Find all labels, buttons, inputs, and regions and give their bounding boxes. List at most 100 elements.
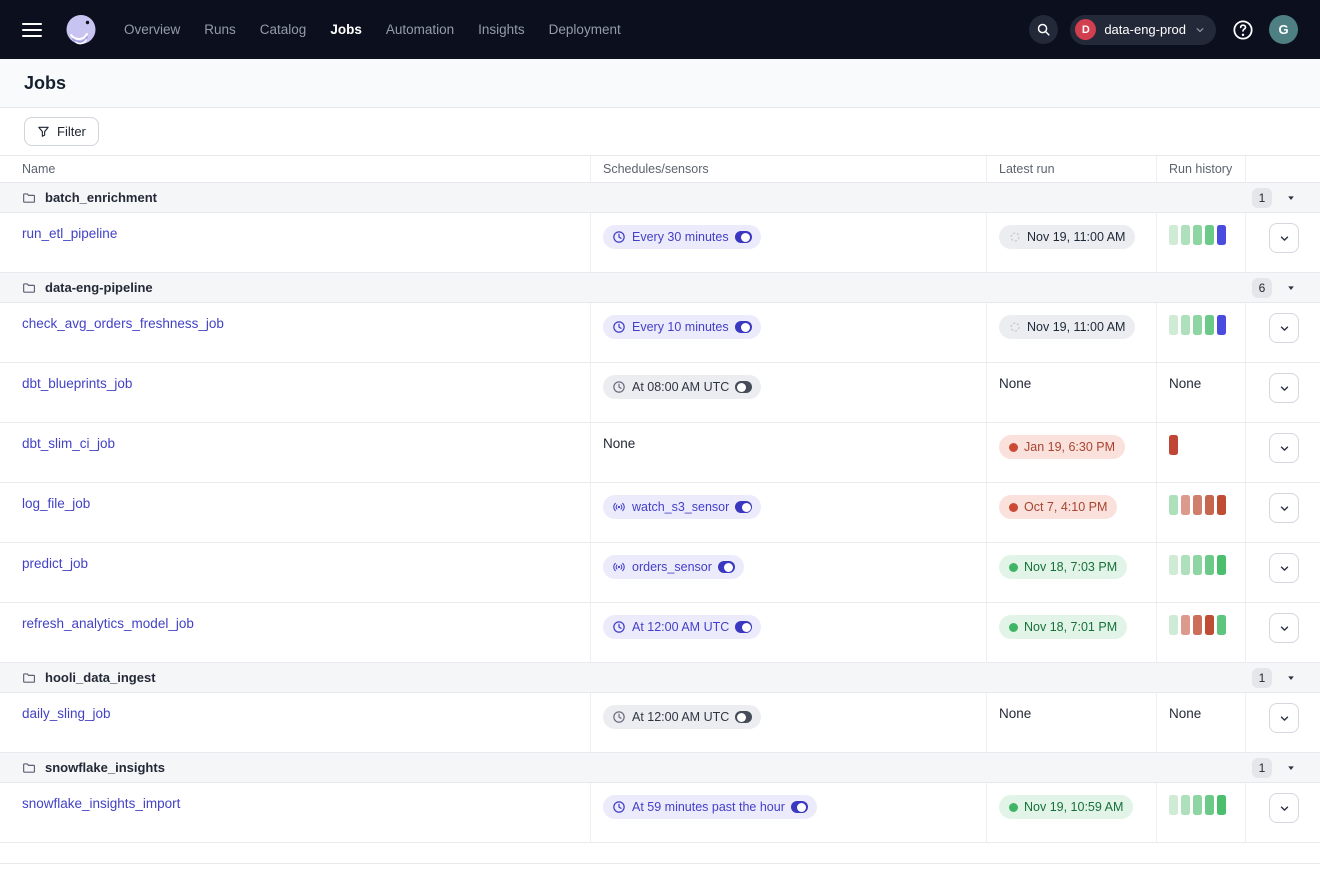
latest-run-chip[interactable]: Jan 19, 6:30 PM bbox=[999, 435, 1125, 459]
schedule-chip[interactable]: At 08:00 AM UTC bbox=[603, 375, 761, 399]
run-history-bar[interactable] bbox=[1217, 795, 1226, 815]
run-history-bar[interactable] bbox=[1193, 555, 1202, 575]
run-history[interactable] bbox=[1169, 315, 1245, 335]
run-history[interactable] bbox=[1169, 495, 1245, 515]
run-history-bar[interactable] bbox=[1193, 615, 1202, 635]
expand-button[interactable] bbox=[1269, 703, 1299, 733]
menu-icon[interactable] bbox=[22, 23, 42, 37]
schedule-toggle[interactable] bbox=[735, 381, 752, 393]
run-history-bar[interactable] bbox=[1169, 795, 1178, 815]
group-row-data-eng-pipeline[interactable]: data-eng-pipeline 6 bbox=[0, 273, 1320, 303]
schedule-toggle[interactable] bbox=[735, 231, 752, 243]
search-button[interactable] bbox=[1029, 15, 1058, 44]
sensor-toggle[interactable] bbox=[718, 561, 735, 573]
run-history-bar[interactable] bbox=[1217, 555, 1226, 575]
run-history-bar[interactable] bbox=[1181, 315, 1190, 335]
run-history-bar[interactable] bbox=[1169, 225, 1178, 245]
expand-button[interactable] bbox=[1269, 313, 1299, 343]
job-link[interactable]: log_file_job bbox=[22, 496, 90, 511]
dagster-logo[interactable] bbox=[62, 11, 100, 49]
group-row-batch-enrichment[interactable]: batch_enrichment 1 bbox=[0, 183, 1320, 213]
run-history-bar[interactable] bbox=[1205, 225, 1214, 245]
sensor-chip[interactable]: watch_s3_sensor bbox=[603, 495, 761, 519]
job-link[interactable]: refresh_analytics_model_job bbox=[22, 616, 194, 631]
latest-run-chip[interactable]: Nov 18, 7:01 PM bbox=[999, 615, 1127, 639]
run-history-bar[interactable] bbox=[1205, 495, 1214, 515]
expand-button[interactable] bbox=[1269, 793, 1299, 823]
run-history-bar[interactable] bbox=[1181, 495, 1190, 515]
collapse-caret-icon[interactable] bbox=[1285, 762, 1297, 774]
run-history[interactable] bbox=[1169, 555, 1245, 575]
nav-item-deployment[interactable]: Deployment bbox=[549, 22, 621, 37]
job-link[interactable]: snowflake_insights_import bbox=[22, 796, 180, 811]
collapse-caret-icon[interactable] bbox=[1285, 282, 1297, 294]
job-link[interactable]: dbt_blueprints_job bbox=[22, 376, 132, 391]
run-history-bar[interactable] bbox=[1181, 795, 1190, 815]
run-history-bar[interactable] bbox=[1181, 615, 1190, 635]
run-history-bar[interactable] bbox=[1217, 225, 1226, 245]
latest-run-chip[interactable]: Nov 19, 11:00 AM bbox=[999, 225, 1135, 249]
nav-item-runs[interactable]: Runs bbox=[204, 22, 236, 37]
schedule-chip[interactable]: At 12:00 AM UTC bbox=[603, 615, 761, 639]
group-row-hooli-data-ingest[interactable]: hooli_data_ingest 1 bbox=[0, 663, 1320, 693]
filter-button[interactable]: Filter bbox=[24, 117, 99, 146]
run-history-bar[interactable] bbox=[1193, 495, 1202, 515]
run-history-bar[interactable] bbox=[1181, 225, 1190, 245]
schedule-chip[interactable]: At 59 minutes past the hour bbox=[603, 795, 817, 819]
group-row-snowflake-insights[interactable]: snowflake_insights 1 bbox=[0, 753, 1320, 783]
help-button[interactable] bbox=[1228, 15, 1257, 44]
run-history-bar[interactable] bbox=[1205, 315, 1214, 335]
schedule-chip[interactable]: Every 30 minutes bbox=[603, 225, 761, 249]
nav-item-insights[interactable]: Insights bbox=[478, 22, 525, 37]
collapse-caret-icon[interactable] bbox=[1285, 672, 1297, 684]
run-history-bar[interactable] bbox=[1193, 315, 1202, 335]
expand-button[interactable] bbox=[1269, 373, 1299, 403]
job-link[interactable]: daily_sling_job bbox=[22, 706, 111, 721]
nav-item-overview[interactable]: Overview bbox=[124, 22, 180, 37]
expand-button[interactable] bbox=[1269, 613, 1299, 643]
run-history-bar[interactable] bbox=[1169, 615, 1178, 635]
schedule-toggle[interactable] bbox=[791, 801, 808, 813]
run-history[interactable] bbox=[1169, 795, 1245, 815]
run-history-bar[interactable] bbox=[1193, 225, 1202, 245]
expand-button[interactable] bbox=[1269, 433, 1299, 463]
run-history-bar[interactable] bbox=[1205, 555, 1214, 575]
sensor-chip[interactable]: orders_sensor bbox=[603, 555, 744, 579]
schedule-chip[interactable]: At 12:00 AM UTC bbox=[603, 705, 761, 729]
user-avatar[interactable]: G bbox=[1269, 15, 1298, 44]
schedule-chip[interactable]: Every 10 minutes bbox=[603, 315, 761, 339]
job-link[interactable]: check_avg_orders_freshness_job bbox=[22, 316, 224, 331]
sensor-toggle[interactable] bbox=[735, 501, 752, 513]
latest-run-chip[interactable]: Nov 19, 11:00 AM bbox=[999, 315, 1135, 339]
expand-button[interactable] bbox=[1269, 223, 1299, 253]
schedule-toggle[interactable] bbox=[735, 621, 752, 633]
run-history[interactable] bbox=[1169, 435, 1245, 455]
latest-run-chip[interactable]: Oct 7, 4:10 PM bbox=[999, 495, 1117, 519]
nav-item-catalog[interactable]: Catalog bbox=[260, 22, 307, 37]
latest-run-chip[interactable]: Nov 19, 10:59 AM bbox=[999, 795, 1133, 819]
run-history-bar[interactable] bbox=[1205, 615, 1214, 635]
collapse-caret-icon[interactable] bbox=[1285, 192, 1297, 204]
run-history-bar[interactable] bbox=[1181, 555, 1190, 575]
run-history-bar[interactable] bbox=[1217, 315, 1226, 335]
run-history-bar[interactable] bbox=[1169, 555, 1178, 575]
latest-run-chip[interactable]: Nov 18, 7:03 PM bbox=[999, 555, 1127, 579]
run-history-bar[interactable] bbox=[1217, 615, 1226, 635]
run-history-bar[interactable] bbox=[1193, 795, 1202, 815]
schedule-toggle[interactable] bbox=[735, 711, 752, 723]
job-link[interactable]: predict_job bbox=[22, 556, 88, 571]
run-history-bar[interactable] bbox=[1169, 495, 1178, 515]
nav-item-automation[interactable]: Automation bbox=[386, 22, 454, 37]
nav-item-jobs[interactable]: Jobs bbox=[330, 22, 362, 37]
run-history[interactable] bbox=[1169, 615, 1245, 635]
run-history-bar[interactable] bbox=[1169, 315, 1178, 335]
run-history-bar[interactable] bbox=[1205, 795, 1214, 815]
run-history-bar[interactable] bbox=[1169, 435, 1178, 455]
job-link[interactable]: dbt_slim_ci_job bbox=[22, 436, 115, 451]
expand-button[interactable] bbox=[1269, 553, 1299, 583]
deployment-switcher[interactable]: D data-eng-prod bbox=[1070, 15, 1216, 45]
schedule-toggle[interactable] bbox=[735, 321, 752, 333]
job-link[interactable]: run_etl_pipeline bbox=[22, 226, 117, 241]
run-history[interactable] bbox=[1169, 225, 1245, 245]
expand-button[interactable] bbox=[1269, 493, 1299, 523]
